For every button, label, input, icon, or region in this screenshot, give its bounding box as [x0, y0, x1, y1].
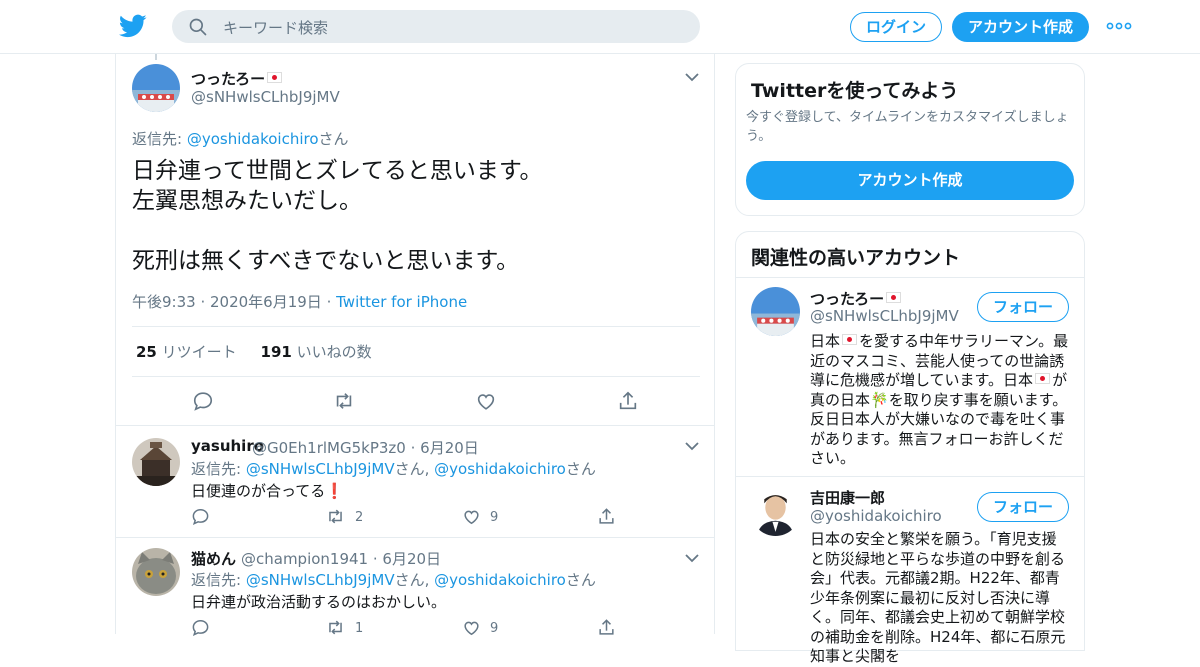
search-input[interactable]: キーワード検索	[172, 10, 700, 43]
top-bar: キーワード検索 ログイン アカウント作成	[0, 0, 1200, 54]
japan-flag-icon	[842, 334, 858, 345]
share-icon[interactable]	[617, 390, 639, 412]
divider	[132, 376, 700, 377]
reply-mention[interactable]: @yoshidakoichiro	[187, 130, 319, 148]
reply-icon[interactable]	[191, 507, 210, 526]
account-bio: 日本の安全と繁栄を願う。「育児支援と防災緑地と平らな歩道の中野を創る会」代表。元…	[810, 530, 1066, 665]
chevron-down-icon[interactable]	[685, 72, 699, 82]
japan-flag-icon	[1035, 373, 1051, 384]
bamboo-icon: 🎋	[870, 390, 889, 409]
reply-mention[interactable]: @yoshidakoichiro	[434, 460, 566, 478]
related-title: 関連性の高いアカウント	[751, 247, 961, 269]
author-handle: @G0Eh1rlMG5kP3z0 · 6月20日	[252, 439, 479, 457]
like-icon[interactable]	[462, 618, 481, 637]
account-name[interactable]: 吉田康一郎	[810, 487, 885, 508]
twitter-bird-icon[interactable]	[119, 12, 147, 40]
account-name[interactable]: つったろー	[810, 288, 903, 309]
related-accounts-card: 関連性の高いアカウント つったろー @sNHwlsCLhbJ9jMV フォロー …	[735, 231, 1085, 665]
tweet-column: つったろー @sNHwlsCLhbJ9jMV 返信先: @yoshidakoic…	[115, 54, 715, 637]
reply-text: 日便連のが合ってる❗	[191, 482, 344, 500]
avatar[interactable]	[132, 438, 180, 486]
signup-title: Twitterを使ってみよう	[751, 80, 959, 102]
avatar[interactable]	[132, 64, 180, 112]
row-divider	[116, 425, 714, 426]
tweet-date[interactable]: 2020年6月19日	[210, 293, 322, 311]
author-name[interactable]: つったろー	[191, 68, 284, 89]
row-divider	[116, 537, 714, 538]
avatar[interactable]	[751, 487, 800, 536]
signup-subtitle: 今すぐ登録して、タイムラインをカスタマイズしましょう。	[746, 110, 1069, 144]
tweet-meta: 午後9:33 · 2020年6月19日 · Twitter for iPhone	[132, 293, 468, 311]
retweet-icon[interactable]	[326, 507, 345, 526]
account-handle[interactable]: @sNHwlsCLhbJ9jMV	[810, 307, 959, 325]
search-icon	[189, 18, 207, 36]
reply-context: 返信先: @sNHwlsCLhbJ9jMVさん, @yoshidakoichir…	[191, 460, 596, 478]
divider	[132, 326, 700, 327]
tweet-time[interactable]: 午後9:33	[132, 293, 196, 311]
author-handle: @champion1941 · 6月20日	[241, 550, 442, 568]
signup-card: Twitterを使ってみよう 今すぐ登録して、タイムラインをカスタマイズしましょ…	[735, 63, 1085, 216]
tweet-stats: 25 リツイート 191 いいねの数	[136, 341, 372, 362]
reply-text: 日弁連が政治活動するのはおかしい。	[191, 593, 447, 611]
account-handle[interactable]: @yoshidakoichiro	[810, 507, 942, 525]
search-placeholder: キーワード検索	[223, 19, 329, 37]
reply-date[interactable]: 6月20日	[382, 550, 441, 568]
divider	[736, 476, 1084, 477]
reply-context: 返信先: @yoshidakoichiroさん	[132, 130, 349, 148]
author-name[interactable]: 猫めん	[191, 548, 236, 569]
chevron-down-icon[interactable]	[685, 553, 699, 563]
exclamation-icon: ❗	[325, 482, 344, 500]
retweet-count[interactable]: 25 リツイート	[136, 343, 237, 361]
follow-button[interactable]: フォロー	[977, 492, 1069, 522]
signup-button[interactable]: アカウント作成	[952, 12, 1089, 42]
retweet-icon[interactable]	[333, 390, 355, 412]
reply-mention[interactable]: @sNHwlsCLhbJ9jMV	[246, 460, 395, 478]
like-count: 9	[490, 621, 499, 636]
reply-context: 返信先: @sNHwlsCLhbJ9jMVさん, @yoshidakoichir…	[191, 571, 596, 589]
reply-icon[interactable]	[191, 618, 210, 637]
avatar[interactable]	[132, 548, 180, 596]
retweet-icon[interactable]	[326, 618, 345, 637]
like-count: 9	[490, 510, 499, 525]
follow-button[interactable]: フォロー	[977, 292, 1069, 322]
retweet-count: 2	[355, 510, 364, 525]
reply-date[interactable]: 6月20日	[420, 439, 479, 457]
chevron-down-icon[interactable]	[685, 441, 699, 451]
reply-icon[interactable]	[192, 390, 214, 412]
account-bio: 日本 を愛する中年サラリーマン。最近のマスコミ、芸能人使っての世論誘導に危機感が増…	[810, 332, 1069, 467]
retweet-count: 1	[355, 621, 364, 636]
thread-connector	[155, 54, 157, 60]
reply-mention[interactable]: @yoshidakoichiro	[434, 571, 566, 589]
japan-flag-icon	[886, 292, 902, 303]
like-count[interactable]: 191 いいねの数	[261, 343, 372, 361]
share-icon[interactable]	[597, 507, 616, 526]
more-icon[interactable]	[1106, 18, 1132, 34]
tweet-text: 日弁連って世間とズレてると思います。 左翼思想みたいだし。 死刑は無くすべきでな…	[132, 158, 543, 274]
share-icon[interactable]	[597, 618, 616, 637]
avatar[interactable]	[751, 287, 800, 336]
tweet-source[interactable]: Twitter for iPhone	[336, 293, 467, 311]
like-icon[interactable]	[462, 507, 481, 526]
author-handle[interactable]: @sNHwlsCLhbJ9jMV	[191, 88, 340, 106]
divider	[736, 277, 1084, 278]
japan-flag-icon	[267, 72, 283, 83]
signup-card-button[interactable]: アカウント作成	[746, 161, 1074, 200]
reply-mention[interactable]: @sNHwlsCLhbJ9jMV	[246, 571, 395, 589]
login-button[interactable]: ログイン	[850, 12, 942, 42]
like-icon[interactable]	[475, 390, 497, 412]
